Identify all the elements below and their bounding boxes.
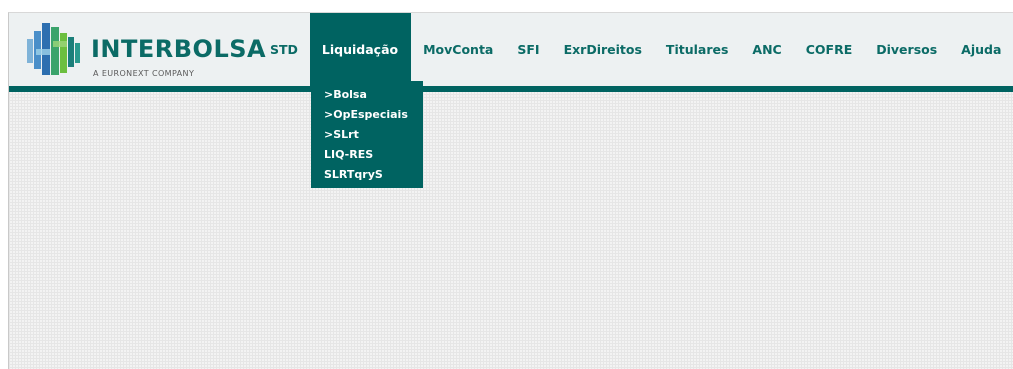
nav-item-titulares[interactable]: Titulares bbox=[654, 13, 741, 86]
app-frame: INTERBOLSA A EURONEXT COMPANY STD Liquid… bbox=[8, 12, 1013, 369]
nav-item-cofre[interactable]: COFRE bbox=[794, 13, 865, 86]
liquidacao-dropdown-menu: >Bolsa >OpEspeciais >SLrt LIQ-RES SLRTqr… bbox=[311, 81, 423, 188]
nav-item-diversos[interactable]: Diversos bbox=[864, 13, 949, 86]
menu-item-bolsa[interactable]: >Bolsa bbox=[311, 85, 423, 105]
nav-item-std[interactable]: STD bbox=[258, 13, 310, 86]
nav-item-sfi[interactable]: SFI bbox=[505, 13, 551, 86]
menu-item-slrt[interactable]: >SLrt bbox=[311, 125, 423, 145]
menu-item-opespeciais[interactable]: >OpEspeciais bbox=[311, 105, 423, 125]
header: INTERBOLSA A EURONEXT COMPANY STD Liquid… bbox=[9, 13, 1013, 86]
brand-name: INTERBOLSA bbox=[91, 35, 267, 63]
header-divider bbox=[9, 86, 1013, 92]
nav-item-exrdireitos[interactable]: ExrDireitos bbox=[552, 13, 654, 86]
menu-item-slrtqrys[interactable]: SLRTqryS bbox=[311, 165, 423, 185]
nav-item-liquidacao[interactable]: Liquidação bbox=[309, 13, 412, 86]
interbolsa-logo-icon bbox=[27, 23, 80, 75]
menu-item-liq-res[interactable]: LIQ-RES bbox=[311, 145, 423, 165]
brand-tagline: A EURONEXT COMPANY bbox=[93, 69, 195, 78]
nav-item-ajuda[interactable]: Ajuda bbox=[949, 13, 1013, 86]
main-nav: STD Liquidação MovConta SFI ExrDireitos … bbox=[258, 13, 1013, 86]
logo[interactable]: INTERBOLSA A EURONEXT COMPANY bbox=[23, 19, 266, 81]
nav-item-anc[interactable]: ANC bbox=[740, 13, 793, 86]
nav-item-movconta[interactable]: MovConta bbox=[411, 13, 505, 86]
